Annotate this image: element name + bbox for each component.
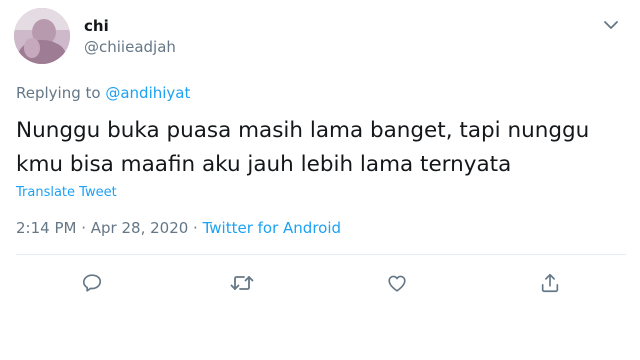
tweet-card: chi @chiieadjah Replying to @andihiyat N…: [0, 0, 640, 312]
user-handle[interactable]: @chiieadjah: [84, 38, 176, 56]
tweet-text-line: Nunggu buka puasa masih lama banget, tap…: [16, 118, 590, 143]
action-bar: [0, 264, 640, 304]
translate-tweet-link[interactable]: Translate Tweet: [16, 185, 117, 201]
display-name[interactable]: chi: [84, 17, 109, 35]
share-icon: [541, 273, 559, 293]
reply-icon: [82, 274, 102, 292]
divider: [16, 254, 626, 255]
tweet-text-line: kmu bisa maafin aku jauh lebih lama tern…: [16, 152, 512, 177]
avatar[interactable]: [14, 8, 70, 64]
reply-button[interactable]: [79, 270, 105, 296]
retweet-icon: [230, 276, 254, 290]
meta-separator: ·: [76, 219, 91, 237]
reply-mention-link[interactable]: @andihiyat: [105, 84, 190, 102]
share-button[interactable]: [537, 270, 563, 296]
heart-icon: [388, 275, 406, 292]
replying-prefix: Replying to: [16, 84, 106, 102]
like-button[interactable]: [384, 270, 410, 296]
meta-separator: ·: [188, 219, 203, 237]
chevron-down-icon[interactable]: [600, 14, 622, 36]
retweet-button[interactable]: [229, 270, 255, 296]
tweet-time[interactable]: 2:14 PM: [16, 219, 76, 237]
tweet-text: Nunggu buka puasa masih lama banget, tap…: [16, 114, 626, 182]
tweet-meta: 2:14 PM · Apr 28, 2020 · Twitter for And…: [16, 219, 341, 237]
tweet-source-link[interactable]: Twitter for Android: [203, 219, 341, 237]
tweet-date[interactable]: Apr 28, 2020: [91, 219, 189, 237]
replying-to: Replying to @andihiyat: [16, 84, 190, 102]
